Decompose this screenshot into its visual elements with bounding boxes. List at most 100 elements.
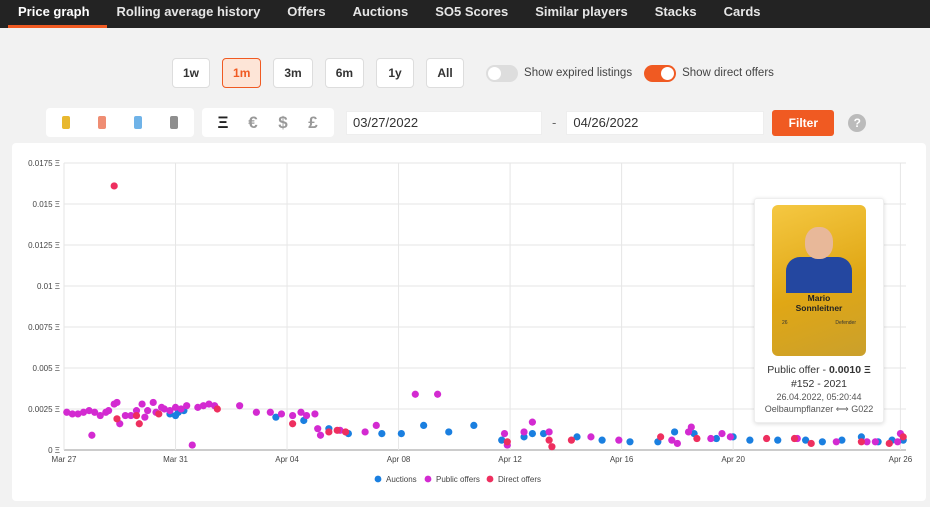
public-offer-point xyxy=(707,434,715,443)
direct-offer-point xyxy=(503,438,511,446)
tab-cards[interactable]: Cards xyxy=(724,0,761,28)
tab-auctions[interactable]: Auctions xyxy=(353,0,409,28)
currency-filter: Ξ € $ £ xyxy=(202,108,334,137)
offer-type: Public offer - xyxy=(767,364,829,376)
rarity-unique-icon[interactable] xyxy=(170,116,178,129)
rarity-filter xyxy=(46,108,194,137)
direct-offer-point xyxy=(807,439,815,448)
auction-point xyxy=(818,438,826,446)
dollar-currency-button[interactable]: $ xyxy=(268,113,298,133)
x-tick-label: Apr 08 xyxy=(387,455,411,464)
direct-offer-point xyxy=(548,443,556,451)
direct-offer-point xyxy=(333,426,341,434)
public-offer-point xyxy=(311,410,319,418)
card-stat-position: Defender xyxy=(835,320,856,326)
direct-offers-toggle[interactable]: Show direct offers xyxy=(644,64,774,82)
direct-offer-point xyxy=(341,428,350,436)
public-offer-point xyxy=(615,436,623,444)
y-tick-label: 0.0025 Ξ xyxy=(28,405,60,414)
range-all-button[interactable]: All xyxy=(426,58,465,88)
tab-price-graph[interactable]: Price graph xyxy=(8,0,106,28)
public-offer-point xyxy=(144,407,152,415)
direct-offer-point xyxy=(567,436,576,444)
range-3m-button[interactable]: 3m xyxy=(273,58,313,88)
legend-label: Direct offers xyxy=(498,475,541,484)
direct-label: Show direct offers xyxy=(682,67,774,79)
x-tick-label: Apr 12 xyxy=(498,455,522,464)
filter-bar: Ξ € $ £ 03/27/2022 - 04/26/2022 Filter ? xyxy=(46,108,867,137)
public-offer-point xyxy=(314,425,322,433)
public-offer-point xyxy=(673,439,681,448)
auction-point xyxy=(626,438,634,446)
tab-offers[interactable]: Offers xyxy=(287,0,325,28)
filter-button[interactable]: Filter xyxy=(772,109,835,136)
direct-offer-point xyxy=(693,434,701,443)
x-tick-label: Apr 26 xyxy=(889,455,913,464)
tab-stacks[interactable]: Stacks xyxy=(655,0,697,28)
auction-point xyxy=(378,430,386,438)
rarity-limited-icon[interactable] xyxy=(62,116,70,129)
date-to-input[interactable]: 04/26/2022 xyxy=(566,110,765,135)
direct-offer-point xyxy=(135,420,143,428)
public-offer-point xyxy=(266,408,274,416)
direct-offer-point xyxy=(325,428,333,436)
public-offer-point xyxy=(289,411,297,420)
help-icon[interactable]: ? xyxy=(848,113,867,132)
auction-point xyxy=(598,436,606,444)
tooltip-trade: Oelbaumpflanzer ⟺ G022 xyxy=(764,404,874,414)
auction-point xyxy=(470,421,478,429)
range-1m-button[interactable]: 1m xyxy=(222,58,262,88)
range-1y-button[interactable]: 1y xyxy=(376,58,415,88)
range-1w-button[interactable]: 1w xyxy=(172,58,211,88)
expired-switch[interactable] xyxy=(486,64,519,82)
public-offer-point xyxy=(726,433,734,441)
legend-marker xyxy=(486,475,494,483)
direct-offer-point xyxy=(899,433,907,441)
x-tick-label: Apr 04 xyxy=(275,455,299,464)
public-offer-point xyxy=(302,411,311,420)
pound-currency-button[interactable]: £ xyxy=(298,113,328,133)
expired-listings-toggle[interactable]: Show expired listings xyxy=(486,64,633,82)
expired-label: Show expired listings xyxy=(524,67,633,79)
y-tick-label: 0.0175 Ξ xyxy=(28,159,60,168)
auction-point xyxy=(670,428,679,436)
tab-similar-players[interactable]: Similar players xyxy=(535,0,628,28)
y-tick-label: 0 Ξ xyxy=(48,446,60,455)
public-offer-point xyxy=(411,390,419,398)
tab-rolling-average-history[interactable]: Rolling average history xyxy=(117,0,261,28)
direct-offer-point xyxy=(155,410,163,418)
time-range-group: 1w 1m 3m 6m 1y All Show expired listings… xyxy=(172,58,774,88)
auction-point xyxy=(528,430,536,438)
eth-currency-button[interactable]: Ξ xyxy=(208,113,238,133)
public-offer-point xyxy=(138,400,146,408)
direct-switch[interactable] xyxy=(644,64,677,82)
tab-so5-scores[interactable]: SO5 Scores xyxy=(435,0,508,28)
y-tick-label: 0.005 Ξ xyxy=(33,364,60,373)
direct-offer-point xyxy=(113,415,121,423)
public-offer-point xyxy=(545,428,553,436)
euro-currency-button[interactable]: € xyxy=(238,113,268,133)
public-offer-point xyxy=(500,430,509,438)
public-offer-point xyxy=(316,431,325,439)
date-from-input[interactable]: 03/27/2022 xyxy=(346,110,542,135)
tooltip-offer: Public offer - 0.0010 Ξ xyxy=(755,364,883,376)
range-6m-button[interactable]: 6m xyxy=(324,58,365,88)
player-jersey xyxy=(786,257,852,293)
public-offer-point xyxy=(894,438,902,446)
public-offer-point xyxy=(236,402,244,410)
y-tick-label: 0.0075 Ξ xyxy=(28,323,60,332)
rarity-superrare-icon[interactable] xyxy=(134,116,142,129)
direct-offer-point xyxy=(790,434,799,443)
public-offer-point xyxy=(434,390,442,398)
direct-offer-point xyxy=(545,436,553,444)
rarity-rare-icon[interactable] xyxy=(98,116,106,129)
offer-value: 0.0010 Ξ xyxy=(828,364,871,376)
auction-point xyxy=(445,428,453,436)
direct-offer-point xyxy=(857,438,865,446)
y-tick-label: 0.01 Ξ xyxy=(37,282,60,291)
public-offer-point xyxy=(587,433,595,441)
auction-point xyxy=(420,421,428,429)
direct-offer-point xyxy=(885,439,893,448)
legend-marker xyxy=(424,475,432,483)
public-offer-point xyxy=(149,398,157,407)
